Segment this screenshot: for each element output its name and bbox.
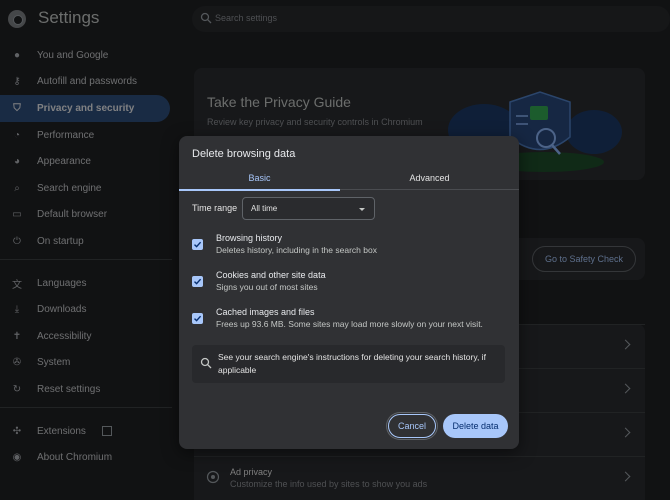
option-browsing-history: Browsing history Deletes history, includ… [192, 233, 512, 263]
search-icon [200, 357, 212, 369]
option-title: Cached images and files [216, 307, 315, 317]
dialog-title: Delete browsing data [192, 148, 296, 160]
option-title: Browsing history [216, 233, 283, 243]
checkmark-icon [194, 241, 202, 248]
tab-advanced[interactable]: Advanced [349, 166, 510, 190]
dialog-tabs: Basic Advanced [179, 166, 519, 191]
delete-data-button[interactable]: Delete data [443, 414, 508, 438]
option-description: Signs you out of most sites [216, 282, 318, 292]
browsing-history-checkbox[interactable] [192, 239, 203, 250]
search-history-info: See your search engine's instructions fo… [192, 345, 505, 383]
option-cookies: Cookies and other site data Signs you ou… [192, 270, 512, 300]
cancel-button[interactable]: Cancel [388, 414, 436, 438]
option-cached-images: Cached images and files Frees up 93.6 MB… [192, 307, 512, 337]
option-description: Deletes history, including in the search… [216, 245, 377, 255]
checkmark-icon [194, 278, 202, 285]
cached-images-checkbox[interactable] [192, 313, 203, 324]
time-range-label: Time range [192, 203, 238, 213]
delete-browsing-data-dialog: Delete browsing data Basic Advanced Time… [179, 136, 519, 449]
checkmark-icon [194, 315, 202, 322]
option-title: Cookies and other site data [216, 270, 326, 280]
info-text: See your search engine's instructions fo… [218, 352, 486, 375]
option-description: Frees up 93.6 MB. Some sites may load mo… [216, 319, 483, 329]
cookies-checkbox[interactable] [192, 276, 203, 287]
tab-basic[interactable]: Basic [179, 166, 340, 191]
time-range-select[interactable]: All time [242, 197, 375, 220]
dropdown-arrow-icon [359, 208, 365, 211]
time-range-value: All time [251, 204, 278, 213]
